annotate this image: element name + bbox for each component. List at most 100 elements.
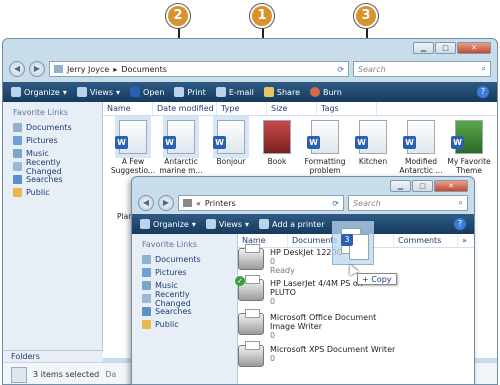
default-printer-icon: ✓ [235, 275, 264, 301]
burn-label: Burn [323, 87, 342, 97]
file-a-few-suggestions[interactable]: A Few Suggestio... [109, 120, 157, 175]
file-antarctic-marine[interactable]: Antarctic marine m... [157, 120, 205, 175]
nav-item-public[interactable]: Public [3, 186, 102, 199]
organize-button[interactable]: Organize ▾ [11, 87, 67, 97]
breadcrumb-overflow-icon: « [196, 198, 201, 208]
callout-2: 2 [166, 4, 190, 28]
file-label: Book [267, 157, 287, 166]
file-label: Formatting problem [304, 157, 346, 175]
views-button[interactable]: Views ▾ [205, 219, 249, 229]
printers-folder-icon [183, 199, 192, 207]
public-icon [142, 320, 151, 329]
chevron-down-icon: ▾ [191, 219, 196, 229]
minimize-button[interactable]: ▁ [413, 42, 434, 54]
column-comments[interactable]: Comments [394, 234, 458, 247]
burn-button[interactable]: Burn [310, 87, 342, 97]
pictures-icon [142, 268, 151, 277]
word-document-icon [163, 120, 195, 154]
email-button[interactable]: E-mail [215, 87, 254, 97]
folders-bar[interactable]: Folders [3, 350, 103, 362]
views-button[interactable]: Views ▾ [76, 87, 120, 97]
nav-item-pictures[interactable]: Pictures [3, 134, 102, 147]
file-modified-antarctic[interactable]: Modified Antarctic ... [397, 120, 445, 175]
add-printer-button[interactable]: Add a printer [259, 219, 325, 229]
nav-label: Documents [155, 255, 201, 264]
nav-item-documents[interactable]: Documents [3, 121, 102, 134]
print-button[interactable]: Print [174, 87, 206, 97]
organize-icon [140, 219, 150, 229]
address-bar[interactable]: Jerry Joyce ▸ Documents ⟳ [49, 61, 349, 77]
printer-hp-deskjet[interactable]: HP DeskJet 1220C 0 Ready [238, 244, 342, 275]
forward-button[interactable]: ▶ [158, 195, 174, 211]
add-printer-label: Add a printer [272, 219, 325, 229]
nav-label: Recently Changed [155, 289, 191, 308]
file-label: Bonjour [216, 157, 246, 166]
file-my-favorite-theme[interactable]: My Favorite Theme [445, 120, 493, 175]
back-button[interactable]: ◀ [9, 61, 25, 77]
file-book[interactable]: Book [253, 120, 301, 166]
music-icon [142, 281, 151, 290]
file-label: Kitchen [358, 157, 388, 166]
address-bar[interactable]: « Printers ⟳ [178, 195, 344, 211]
maximize-button[interactable]: □ [435, 42, 456, 54]
breadcrumb-jerry-joyce[interactable]: Jerry Joyce [67, 65, 109, 74]
printer-icon [238, 309, 264, 335]
search-input[interactable]: Search ⌕ [348, 195, 468, 211]
refresh-icon[interactable]: ⟳ [332, 199, 339, 208]
share-button[interactable]: Share [263, 87, 300, 97]
breadcrumb-documents[interactable]: Documents [121, 65, 167, 74]
nav-item-recently-changed[interactable]: Recently Changed [3, 158, 102, 176]
folders-label: Folders [11, 352, 40, 361]
maximize-button[interactable]: □ [412, 180, 433, 192]
column-name[interactable]: Name [103, 102, 153, 115]
burn-icon [310, 87, 320, 97]
drag-preview: 3 [332, 221, 374, 265]
nav-item-public[interactable]: Public [132, 318, 237, 331]
refresh-icon[interactable]: ⟳ [337, 65, 344, 74]
file-bonjour[interactable]: Bonjour [207, 120, 255, 166]
breadcrumb-printers[interactable]: Printers [205, 199, 236, 208]
organize-button[interactable]: Organize ▾ [140, 219, 196, 229]
address-row: ◀ ▶ « Printers ⟳ Search ⌕ [132, 195, 474, 211]
minimize-button[interactable]: ▁ [390, 180, 411, 192]
window-controls: ▁ □ ✕ [413, 42, 491, 54]
printer-docs: 0 [270, 331, 276, 340]
word-document-icon [115, 120, 147, 154]
nav-label: Pictures [26, 136, 58, 145]
nav-item-documents[interactable]: Documents [132, 253, 237, 266]
views-icon [76, 87, 87, 97]
close-button[interactable]: ✕ [434, 180, 468, 192]
theme-icon [451, 120, 483, 154]
column-date-modified[interactable]: Date modified [153, 102, 217, 115]
callout-1: 1 [250, 4, 274, 28]
navigation-pane: Favorite Links Documents Pictures Music … [3, 102, 103, 358]
column-tags[interactable]: Tags [317, 102, 377, 115]
file-kitchen[interactable]: Kitchen [349, 120, 397, 166]
column-type[interactable]: Type [217, 102, 267, 115]
column-size[interactable]: Size [267, 102, 317, 115]
file-formatting-problem[interactable]: Formatting problem [301, 120, 349, 175]
favorite-links-title: Favorite Links [142, 240, 198, 249]
help-icon[interactable]: ? [454, 218, 466, 230]
nav-label: Documents [26, 123, 72, 132]
nav-label: Searches [26, 175, 63, 184]
printer-xps-writer[interactable]: Microsoft XPS Document Writer 0 [238, 341, 400, 367]
forward-button[interactable]: ▶ [29, 61, 45, 77]
pictures-icon [13, 136, 22, 145]
file-label: My Favorite Theme [447, 157, 491, 175]
close-button[interactable]: ✕ [457, 42, 491, 54]
open-button[interactable]: Open [130, 87, 164, 97]
nav-item-pictures[interactable]: Pictures [132, 266, 237, 279]
column-overflow-icon[interactable]: » [458, 234, 471, 247]
nav-item-recently-changed[interactable]: Recently Changed [132, 289, 237, 308]
recently-changed-icon [13, 162, 22, 171]
printer-office-image-writer[interactable]: Microsoft Office Document Image Writer 0 [238, 309, 400, 340]
back-button[interactable]: ◀ [138, 195, 154, 211]
checkmark-icon: ✓ [235, 276, 245, 286]
help-icon[interactable]: ? [477, 86, 489, 98]
add-printer-icon [259, 219, 270, 229]
command-bar: Organize ▾ Views ▾ Add a printer ? [132, 214, 474, 234]
favorite-links-title: Favorite Links [13, 108, 69, 117]
status-date-partial: Da [105, 370, 117, 379]
search-input[interactable]: Search ⌕ [353, 61, 491, 77]
